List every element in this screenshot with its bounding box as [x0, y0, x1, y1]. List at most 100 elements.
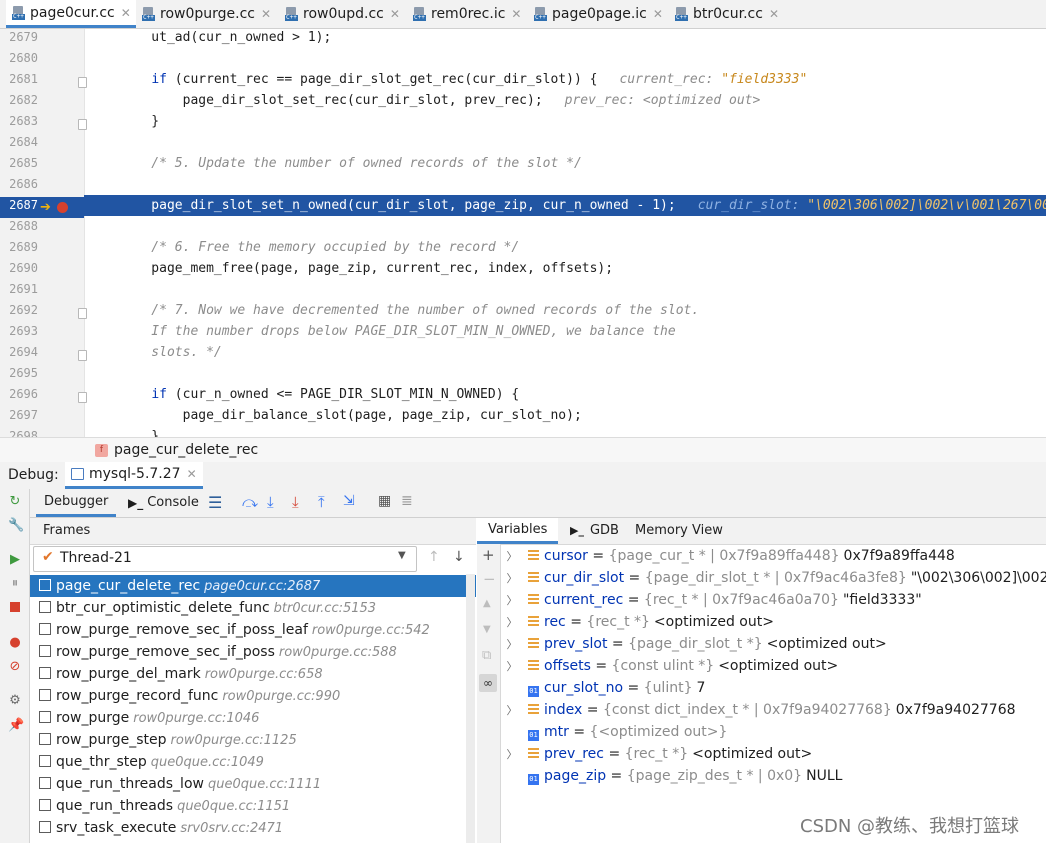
code-line[interactable] [84, 48, 1046, 69]
next-frame-icon[interactable]: ↓ [453, 549, 465, 565]
chevron-right-icon[interactable]: 〉 [505, 700, 519, 722]
tab-variables[interactable]: Variables [477, 518, 559, 544]
previous-frame-icon[interactable]: ↑ [428, 549, 440, 565]
code-line[interactable]: /* 6. Free the memory occupied by the re… [84, 237, 1046, 258]
breadcrumb[interactable]: f page_cur_delete_rec [0, 437, 1046, 463]
frames-list[interactable]: page_cur_delete_rec page0cur.cc:2687 btr_c… [30, 574, 476, 843]
show-watches-icon[interactable]: ∞ [479, 674, 497, 692]
stack-frame[interactable]: que_run_threads_low que0que.cc:1111 [30, 773, 476, 795]
chevron-right-icon[interactable]: 〉 [505, 590, 519, 612]
chevron-right-icon[interactable]: 〉 [505, 656, 519, 678]
step-out-icon[interactable]: ⤒ [318, 493, 325, 511]
fold-icon[interactable] [78, 308, 87, 319]
variable-row[interactable]: 01 cur_slot_no = {ulint} 7 [505, 677, 1046, 699]
line-gutter[interactable]: 2679 2680 2681 2682 2683 2684 2685 2686 2688 2689… [0, 29, 85, 437]
line-number[interactable]: 2689 [0, 237, 38, 258]
line-number[interactable]: 2688 [0, 216, 38, 237]
code-line[interactable]: slots. */ [84, 342, 1046, 363]
code-line[interactable]: /* 5. Update the number of owned records… [84, 153, 1046, 174]
variable-row[interactable]: 〉 current_rec = {rec_t * | 0x7f9ac46a0a70… [505, 589, 1046, 611]
stack-frame[interactable]: que_thr_step que0que.cc:1049 [30, 751, 476, 773]
variable-row[interactable]: 01 page_zip = {page_zip_des_t * | 0x0} NUL… [505, 765, 1046, 787]
fold-icon[interactable] [78, 392, 87, 403]
close-icon[interactable]: ✕ [511, 7, 521, 21]
code-editor[interactable]: 2679 2680 2681 2682 2683 2684 2685 2686 2688 2689… [0, 29, 1046, 437]
code-line[interactable]: if (current_rec == page_dir_slot_get_rec… [84, 69, 1046, 90]
line-number[interactable]: 2697 [0, 405, 38, 426]
current-execution-line[interactable]: page_dir_slot_set_n_owned(cur_dir_slot, … [84, 195, 1046, 216]
stack-frame[interactable]: row_purge_record_func row0purge.cc:990 [30, 685, 476, 707]
trace-icon[interactable]: ≣ [401, 493, 413, 509]
add-watch-icon[interactable]: + [482, 546, 495, 564]
code-line[interactable]: if (cur_n_owned <= PAGE_DIR_SLOT_MIN_N_O… [84, 384, 1046, 405]
tab-row0purge[interactable]: C++ row0purge.cc ✕ [142, 0, 271, 28]
settings-wrench-icon[interactable]: 🔧 [8, 519, 24, 533]
variable-row[interactable]: 01 mtr = {<optimized out>} [505, 721, 1046, 743]
tab-btr0cur[interactable]: C++ btr0cur.cc ✕ [675, 0, 779, 28]
remove-watch-icon[interactable]: − [483, 570, 496, 588]
line-number[interactable]: 2698 [0, 426, 38, 437]
breakpoint-icon[interactable] [57, 202, 68, 213]
stack-frame[interactable]: row_purge_remove_sec_if_poss row0purge.cc… [30, 641, 476, 663]
chevron-right-icon[interactable]: 〉 [505, 612, 519, 634]
variable-row[interactable]: 〉 prev_rec = {rec_t *} <optimized out> [505, 743, 1046, 765]
code-line[interactable] [84, 279, 1046, 300]
settings-gear-icon[interactable]: ⚙ [8, 694, 22, 708]
tab-page0page[interactable]: C++ page0page.ic ✕ [534, 0, 663, 28]
pin-icon[interactable]: 📌 [8, 719, 24, 733]
thread-selector[interactable]: ✔ Thread-21 ▼ [33, 546, 417, 572]
variable-row[interactable]: 〉 cursor = {page_cur_t * | 0x7f9a89ffa448… [505, 545, 1046, 567]
variable-row[interactable]: 〉 offsets = {const ulint *} <optimized out… [505, 655, 1046, 677]
line-number[interactable]: 2691 [0, 279, 38, 300]
line-number[interactable]: 2681 [0, 69, 38, 90]
close-icon[interactable]: ✕ [121, 6, 131, 20]
line-number[interactable]: 2692 [0, 300, 38, 321]
pause-icon[interactable]: ⏸ [8, 577, 22, 591]
code-line[interactable]: } [84, 111, 1046, 132]
stack-frame[interactable]: page_cur_delete_rec page0cur.cc:2687 [30, 575, 476, 597]
chevron-right-icon[interactable]: 〉 [505, 568, 519, 590]
breadcrumb-function[interactable]: page_cur_delete_rec [114, 442, 258, 458]
fold-icon[interactable] [78, 77, 87, 88]
line-number[interactable]: 2690 [0, 258, 38, 279]
duplicate-watch-icon[interactable]: ⧉ [482, 648, 491, 663]
tab-console[interactable]: ▶_ Console [128, 495, 199, 510]
variable-row[interactable]: 〉 prev_slot = {page_dir_slot_t *} <optimiz… [505, 633, 1046, 655]
close-icon[interactable]: ✕ [769, 7, 779, 21]
mute-breakpoints-icon[interactable]: ⊘ [8, 660, 22, 674]
code-line[interactable]: page_dir_slot_set_rec(cur_dir_slot, prev… [84, 90, 1046, 111]
code-line[interactable]: } [84, 426, 1046, 437]
stack-frame[interactable]: row_purge row0purge.cc:1046 [30, 707, 476, 729]
line-number[interactable]: 2686 [0, 174, 38, 195]
step-into-icon[interactable]: ⤓ [267, 493, 274, 511]
chevron-down-icon[interactable]: ▼ [398, 550, 406, 561]
stack-frame[interactable]: row_purge_remove_sec_if_poss_leaf row0pur… [30, 619, 476, 641]
line-number[interactable]: 2682 [0, 90, 38, 111]
tab-page0cur[interactable]: C++ page0cur.cc ✕ [6, 0, 136, 28]
code-line[interactable]: If the number drops below PAGE_DIR_SLOT_… [84, 321, 1046, 342]
line-number[interactable]: 2685 [0, 153, 38, 174]
variable-row[interactable]: 〉 cur_dir_slot = {page_dir_slot_t * | 0x7… [505, 567, 1046, 589]
close-icon[interactable]: ✕ [653, 7, 663, 21]
tab-memory-view[interactable]: Memory View [635, 523, 723, 538]
code-line[interactable] [84, 174, 1046, 195]
chevron-right-icon[interactable]: 〉 [505, 634, 519, 656]
close-icon[interactable]: ✕ [187, 467, 197, 481]
stack-frame[interactable]: srv_task_execute srv0srv.cc:2471 [30, 817, 476, 839]
stop-icon[interactable] [8, 602, 22, 616]
step-over-icon[interactable]: ⤼ [242, 493, 258, 511]
resume-icon[interactable]: ▶ [8, 553, 22, 567]
force-step-into-icon[interactable]: ⤓ [292, 493, 299, 511]
tab-gdb[interactable]: ▶_ GDB [570, 523, 619, 538]
code-line[interactable] [84, 216, 1046, 237]
rerun-icon[interactable]: ↻ [8, 495, 22, 509]
frames-scrollbar[interactable] [466, 574, 475, 843]
code-line[interactable]: /* 7. Now we have decremented the number… [84, 300, 1046, 321]
fold-icon[interactable] [78, 350, 87, 361]
chevron-right-icon[interactable]: 〉 [505, 546, 519, 568]
code-line[interactable]: ut_ad(cur_n_owned > 1); [84, 29, 1046, 48]
fold-icon[interactable] [78, 119, 87, 130]
line-number[interactable]: 2684 [0, 132, 38, 153]
line-number[interactable]: 2679 [0, 29, 38, 48]
variable-row[interactable]: 〉 rec = {rec_t *} <optimized out> [505, 611, 1046, 633]
